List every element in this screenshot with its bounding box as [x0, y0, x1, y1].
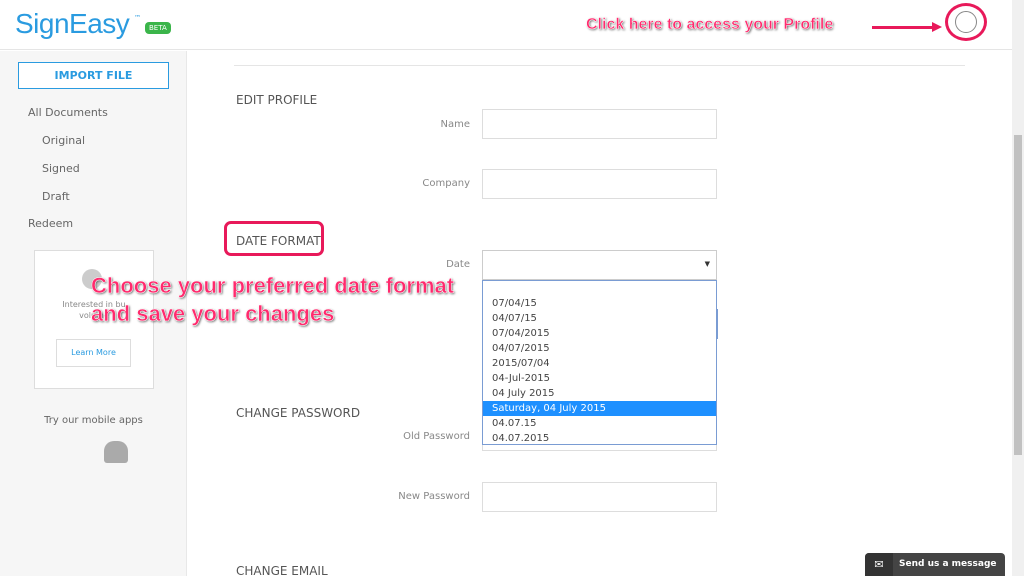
profile-button[interactable] — [945, 3, 987, 41]
name-input[interactable] — [482, 109, 717, 139]
mobile-apps-label: Try our mobile apps — [44, 415, 143, 426]
company-label: Company — [422, 178, 470, 189]
new-password-input[interactable] — [482, 482, 717, 512]
date-option[interactable]: 04-Jul-2015 — [483, 371, 716, 386]
new-password-label: New Password — [398, 491, 470, 502]
scrollbar-thumb[interactable] — [1014, 135, 1022, 455]
send-message-button[interactable]: ✉ Send us a message — [865, 553, 1005, 576]
annotation: Choose your preferred date format and sa… — [91, 272, 455, 328]
envelope-icon: ✉ — [865, 553, 893, 576]
sidebar-item-signed[interactable]: Signed — [42, 162, 80, 175]
android-icon[interactable] — [104, 441, 128, 463]
date-format-select[interactable]: ▼ — [482, 250, 717, 280]
date-option[interactable]: 04/07/15 — [483, 311, 716, 326]
logo[interactable]: SignEasy — [15, 8, 130, 40]
date-option[interactable]: 04/07/2015 — [483, 341, 716, 356]
send-message-label: Send us a message — [899, 559, 997, 569]
import-file-button[interactable]: IMPORT FILE — [18, 62, 169, 89]
arrow-icon — [872, 22, 942, 32]
date-format-dropdown[interactable]: 07/04/15 04/07/15 07/04/2015 04/07/2015 … — [482, 280, 717, 445]
date-option[interactable]: 04.07.15 — [483, 416, 716, 431]
annotation-line-2: and save your changes — [91, 301, 335, 327]
sidebar-item-all-documents[interactable]: All Documents — [28, 106, 108, 119]
beta-badge: BETA — [145, 22, 171, 34]
date-option[interactable]: 07/04/15 — [483, 296, 716, 311]
date-label: Date — [446, 259, 470, 270]
date-option[interactable]: 04.07.2015 — [483, 431, 716, 446]
learn-more-button[interactable]: Learn More — [56, 339, 131, 367]
name-label: Name — [440, 119, 470, 130]
sidebar-item-redeem[interactable]: Redeem — [28, 217, 73, 230]
date-option-highlighted[interactable]: Saturday, 04 July 2015 — [483, 401, 716, 416]
caret-down-icon: ▼ — [704, 260, 710, 268]
old-password-label: Old Password — [403, 431, 470, 442]
annotation-line-1: Choose your preferred date format — [91, 273, 455, 299]
divider — [234, 65, 965, 66]
change-password-heading: CHANGE PASSWORD — [236, 406, 361, 420]
date-option[interactable]: 2015/07/04 — [483, 356, 716, 371]
company-input[interactable] — [482, 169, 717, 199]
date-option[interactable]: 07/04/2015 — [483, 326, 716, 341]
sidebar-item-original[interactable]: Original — [42, 134, 85, 147]
sidebar-item-draft[interactable]: Draft — [42, 190, 70, 203]
date-option[interactable]: 04 July 2015 — [483, 386, 716, 401]
profile-hint: Click here to access your Profile — [586, 16, 834, 34]
trademark: ™ — [134, 14, 141, 22]
edit-profile-heading: EDIT PROFILE — [236, 93, 318, 107]
user-icon — [955, 11, 977, 33]
header: SignEasy ™ BETA Click here to access you… — [0, 0, 1012, 50]
date-format-highlight — [224, 221, 324, 256]
